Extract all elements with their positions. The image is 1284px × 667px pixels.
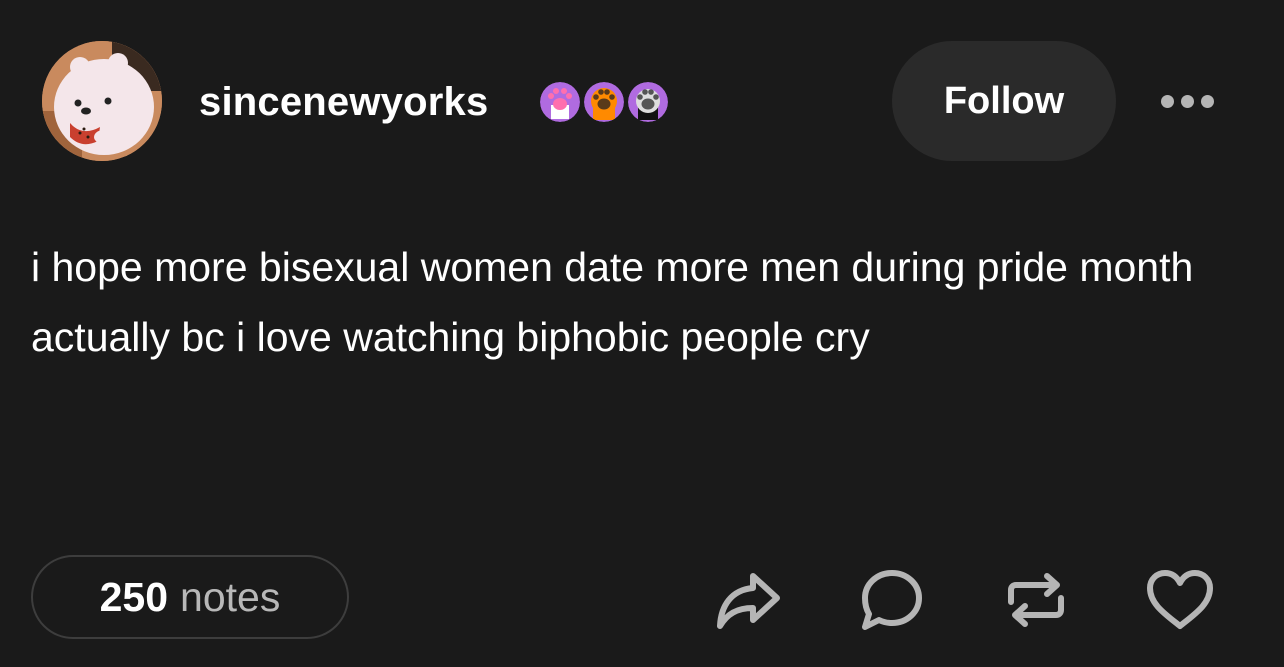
paw-badge-black-icon[interactable] [628, 82, 668, 122]
notes-label: notes [180, 573, 281, 620]
more-dot [1200, 94, 1214, 108]
follow-button[interactable]: Follow [892, 41, 1116, 161]
share-icon[interactable] [713, 565, 783, 635]
paw-badge-pink-icon[interactable] [540, 82, 580, 122]
badge-row [540, 82, 668, 122]
post-body-text: i hope more bisexual women date more men… [31, 244, 1194, 360]
more-dot [1180, 94, 1194, 108]
more-dot [1160, 94, 1174, 108]
like-icon[interactable] [1145, 565, 1215, 635]
notes-button[interactable]: 250 notes [31, 555, 349, 639]
username[interactable]: sincenewyorks [199, 78, 488, 126]
post-card: sincenewyorks Follow i hope more bisexua… [0, 0, 1284, 667]
polar-bear-avatar-image [42, 41, 162, 161]
more-options-icon[interactable] [1150, 76, 1224, 126]
reblog-icon[interactable] [1001, 565, 1071, 635]
avatar[interactable] [42, 41, 162, 161]
notes-count: 250 [99, 573, 169, 620]
paw-badge-orange-icon[interactable] [584, 82, 624, 122]
reply-icon[interactable] [857, 565, 927, 635]
